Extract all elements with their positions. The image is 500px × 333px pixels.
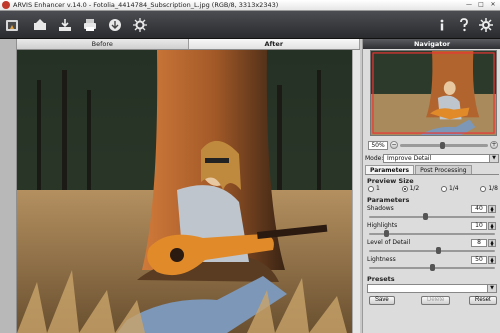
shadows-slider[interactable]: [369, 216, 495, 218]
highlights-control: Highlights 10 ▲ ▼: [367, 222, 497, 239]
level-of-detail-slider-thumb[interactable]: [435, 247, 441, 254]
preferences-icon[interactable]: [476, 15, 496, 35]
shadows-slider-thumb[interactable]: [423, 213, 429, 220]
shadows-value[interactable]: 40: [471, 205, 487, 213]
lightness-slider-thumb[interactable]: [429, 264, 435, 271]
presets-heading: Presets: [367, 275, 395, 283]
radio-icon[interactable]: [368, 185, 374, 192]
toolbar: [0, 11, 500, 39]
main-image-view[interactable]: [17, 50, 360, 333]
zoom-slider-thumb[interactable]: [439, 141, 445, 149]
print-icon[interactable]: [80, 15, 100, 35]
level-of-detail-control: Level of Detail 8 ▲ ▼: [367, 239, 497, 256]
lightness-spinner[interactable]: ▲ ▼: [488, 256, 496, 264]
main-vertical-scrollbar[interactable]: [352, 50, 360, 333]
shadows-control: Shadows 40 ▲ ▼: [367, 205, 497, 222]
tab-post-processing[interactable]: Post Processing: [415, 165, 472, 174]
chevron-down-icon[interactable]: ▼: [489, 154, 498, 162]
shadows-spinner[interactable]: ▲ ▼: [488, 205, 496, 213]
parameters-heading: Parameters: [367, 196, 410, 204]
preview-size-option[interactable]: 1/2: [401, 185, 419, 192]
app-logo-icon: [2, 1, 10, 9]
preview-size-option[interactable]: 1: [368, 185, 380, 192]
settings-icon[interactable]: [130, 15, 150, 35]
zoom-slider[interactable]: [400, 141, 488, 149]
level-of-detail-slider[interactable]: [369, 250, 495, 252]
zoom-in-button[interactable]: +: [490, 141, 498, 149]
tab-parameters[interactable]: Parameters: [365, 165, 415, 174]
open-icon[interactable]: [30, 15, 50, 35]
highlights-slider-thumb[interactable]: [383, 230, 389, 237]
lightness-label: Lightness: [367, 256, 396, 263]
tab-before[interactable]: Before: [17, 39, 189, 49]
info-icon[interactable]: [432, 15, 452, 35]
share-icon[interactable]: [105, 15, 125, 35]
presets-select[interactable]: ▼: [367, 284, 497, 293]
navigator-thumbnail: [371, 51, 496, 135]
window-controls: — □ ✕: [464, 1, 498, 9]
right-panel: Navigator 50% − + Mode: Improve Detail ▼…: [362, 39, 500, 333]
lightness-value[interactable]: 50: [471, 256, 487, 264]
close-icon[interactable]: ✕: [488, 1, 498, 9]
level-of-detail-value[interactable]: 8: [471, 239, 487, 247]
tab-after[interactable]: After: [188, 39, 360, 49]
highlights-value[interactable]: 10: [471, 222, 487, 230]
title-bar: ARVIS Enhancer v.14.0 - Fotolia_4414784_…: [0, 0, 500, 11]
navigator-header: Navigator: [363, 39, 500, 49]
highlights-label: Highlights: [367, 222, 398, 229]
window-title: ARVIS Enhancer v.14.0 - Fotolia_4414784_…: [13, 1, 279, 9]
help-icon[interactable]: [454, 15, 474, 35]
highlights-spinner[interactable]: ▲ ▼: [488, 222, 496, 230]
app-badge-icon: [2, 15, 22, 35]
minimize-icon[interactable]: —: [464, 1, 474, 9]
panel-tabs: Parameters Post Processing: [365, 165, 499, 175]
mode-select-value: Improve Detail: [387, 154, 432, 162]
delete-preset-button[interactable]: Delete: [421, 296, 451, 305]
zoom-value[interactable]: 50%: [368, 140, 388, 150]
zoom-controls: 50% − +: [368, 140, 498, 150]
save-icon[interactable]: [55, 15, 75, 35]
mode-select[interactable]: Improve Detail ▼: [383, 153, 499, 163]
reset-button[interactable]: Reset: [469, 296, 497, 305]
radio-icon[interactable]: [480, 185, 487, 192]
lightness-control: Lightness 50 ▲ ▼: [367, 256, 497, 273]
view-tabs: Before After: [17, 39, 360, 50]
preview-size-option[interactable]: 1/4: [440, 185, 459, 192]
mode-row: Mode: Improve Detail ▼: [365, 153, 499, 163]
preview-size-heading: Preview Size: [367, 177, 414, 185]
shadows-label: Shadows: [367, 205, 394, 212]
radio-selected-icon[interactable]: [401, 185, 408, 192]
preview-size-options: 1 1/2 1/4 1/8: [368, 185, 498, 192]
zoom-out-button[interactable]: −: [390, 141, 398, 149]
left-tool-strip: [0, 39, 17, 333]
chevron-down-icon[interactable]: ▼: [487, 285, 496, 292]
maximize-icon[interactable]: □: [476, 1, 486, 9]
level-of-detail-label: Level of Detail: [367, 239, 411, 246]
photo-canvas: [17, 50, 360, 333]
navigator-preview[interactable]: [370, 50, 497, 136]
level-of-detail-spinner[interactable]: ▲ ▼: [488, 239, 496, 247]
save-preset-button[interactable]: Save: [369, 296, 395, 305]
radio-icon[interactable]: [440, 185, 447, 192]
mode-label: Mode:: [365, 154, 384, 162]
preview-size-option[interactable]: 1/8: [480, 185, 498, 192]
